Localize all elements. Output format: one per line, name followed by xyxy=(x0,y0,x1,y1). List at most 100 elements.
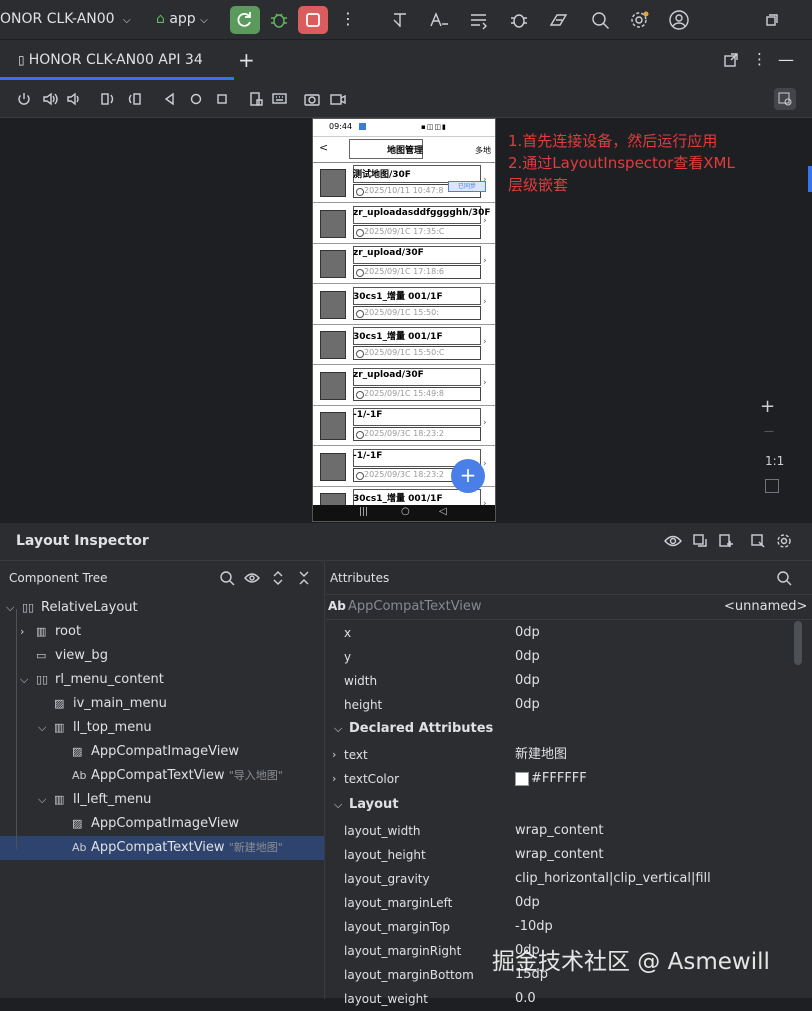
expand-all-button[interactable] xyxy=(271,570,285,586)
zoom-to-fit-icon[interactable] xyxy=(765,479,779,493)
restore-window-button[interactable] xyxy=(764,12,780,28)
live-updates-button[interactable] xyxy=(692,533,708,549)
chevron-down-icon[interactable]: ⌵ xyxy=(38,788,46,812)
map-list-item[interactable]: 30cs1_增量 001/1F 2025/09/1C 15:50:C › xyxy=(313,325,495,365)
debug-button[interactable] xyxy=(268,10,290,30)
account-button[interactable] xyxy=(668,10,690,30)
app-permission-button[interactable] xyxy=(248,91,264,107)
chevron-right-icon[interactable]: › xyxy=(20,620,24,644)
minimize-button[interactable]: — xyxy=(778,50,794,69)
snapshot-button[interactable] xyxy=(718,533,734,549)
open-external-button[interactable] xyxy=(724,53,738,67)
tree-node[interactable]: ▨ AppCompatImageView xyxy=(0,740,324,764)
translate-button[interactable] xyxy=(428,10,450,30)
nav-home-icon[interactable]: ○ xyxy=(401,506,410,517)
zoom-actual-size-button[interactable]: 1:1 xyxy=(765,454,784,468)
attach-debugger-button[interactable] xyxy=(508,10,530,30)
inspector-settings-button[interactable] xyxy=(776,533,792,549)
tree-visibility-button[interactable] xyxy=(244,570,264,586)
tree-node[interactable]: › ▥ root xyxy=(0,620,324,644)
map-list-item[interactable]: zr_upload/30F 2025/09/1C 17:18:6 › xyxy=(313,244,495,284)
attributes-search-button[interactable] xyxy=(776,570,792,586)
rotate-right-button[interactable] xyxy=(126,91,142,107)
record-button[interactable] xyxy=(330,91,346,107)
chevron-down-icon[interactable]: ⌵ xyxy=(20,668,28,692)
rotate-left-button[interactable] xyxy=(100,91,116,107)
select-device-button[interactable] xyxy=(750,533,766,549)
attribute-row[interactable]: layout_gravity clip_horizontal|clip_verti… xyxy=(326,867,796,891)
attribute-row[interactable]: height 0dp xyxy=(326,693,796,717)
tree-node[interactable]: ⌵ ▯▯ RelativeLayout xyxy=(0,596,324,620)
translate-icon xyxy=(430,12,448,27)
map-list-item[interactable]: 30cs1_增量 001/1F 2025/09/1C 15:50: › xyxy=(313,285,495,325)
tree-node[interactable]: ⌵ ▥ ll_left_menu xyxy=(0,788,324,812)
nav-recents-icon[interactable]: ||| xyxy=(359,507,368,517)
power-button[interactable] xyxy=(16,91,32,107)
screenshot-button[interactable] xyxy=(304,91,320,107)
tree-node[interactable]: Ab AppCompatTextView "导入地图" xyxy=(0,764,324,788)
tree-node[interactable]: ⌵ ▥ ll_top_menu xyxy=(0,716,324,740)
attribute-row[interactable]: layout_marginLeft 0dp xyxy=(326,891,796,915)
add-tab-button[interactable]: + xyxy=(238,48,255,72)
more-actions-button[interactable]: ⋮ xyxy=(340,9,356,28)
attribute-row[interactable]: layout_height wrap_content xyxy=(326,843,796,867)
declared-attributes-group[interactable]: ⌵ Declared Attributes xyxy=(326,717,796,741)
keyboard-button[interactable] xyxy=(272,91,288,107)
stop-button[interactable] xyxy=(298,6,328,34)
chevron-down-icon[interactable]: ⌵ xyxy=(6,596,14,620)
fab-add-button[interactable]: + xyxy=(451,459,485,493)
textview-icon: Ab xyxy=(72,769,87,782)
header-right-label[interactable]: 多地 xyxy=(475,145,491,156)
back-button[interactable] xyxy=(162,91,178,107)
chevron-down-icon[interactable]: ⌵ xyxy=(38,716,46,740)
collapse-all-button[interactable] xyxy=(297,570,311,586)
layout-attributes-group[interactable]: ⌵ Layout xyxy=(326,793,796,817)
settings-button[interactable] xyxy=(628,10,650,30)
nav-back-icon[interactable]: ◁ xyxy=(439,506,447,517)
attribute-row[interactable]: › text 新建地图 xyxy=(326,743,796,767)
profiler-button[interactable] xyxy=(390,10,412,30)
textview-type-icon: Ab xyxy=(328,599,346,613)
attribute-row[interactable]: layout_weight 0.0 xyxy=(326,987,796,1011)
chevron-right-icon[interactable]: › xyxy=(332,767,336,791)
logcat-button[interactable] xyxy=(468,10,490,30)
run-config-selector[interactable]: ⌂ app ⌵ xyxy=(156,11,208,27)
view-icon: ▭ xyxy=(36,649,47,662)
tree-node-name: RelativeLayout xyxy=(41,600,138,615)
volume-up-button[interactable] xyxy=(42,91,58,107)
device-manager-button[interactable] xyxy=(548,10,570,30)
attribute-row[interactable]: x 0dp xyxy=(326,621,796,645)
zoom-out-button[interactable]: — xyxy=(764,426,774,437)
attribute-row[interactable]: y 0dp xyxy=(326,645,796,669)
view-options-button[interactable] xyxy=(664,533,682,549)
volume-down-button[interactable] xyxy=(66,91,82,107)
chevron-right-icon[interactable]: › xyxy=(332,743,336,767)
search-button[interactable] xyxy=(590,10,612,30)
canvas-scroll-indicator[interactable] xyxy=(808,166,812,192)
map-list-item[interactable]: zr_uploadasddfgggghh/30F 2025/09/1C 17:35… xyxy=(313,204,495,244)
tree-node[interactable]: Ab AppCompatTextView "新建地图" xyxy=(0,836,324,860)
layout-inspector-panel: Layout Inspector Component Tree ⌵ ▯▯ Relat… xyxy=(0,522,812,1006)
project-selector[interactable]: ONOR CLK-AN00 ⌵ xyxy=(0,11,131,27)
attribute-row[interactable]: › textColor #FFFFFF xyxy=(326,767,796,791)
tree-node[interactable]: ▭ view_bg xyxy=(0,644,324,668)
tab-device[interactable]: ▯ HONOR CLK-AN00 API 34 xyxy=(0,40,234,80)
attribute-row[interactable]: width 0dp xyxy=(326,669,796,693)
map-list-item[interactable]: zr_upload/30F 2025/09/1C 15:49:8 › xyxy=(313,366,495,406)
back-arrow-icon[interactable]: < xyxy=(319,141,328,154)
tree-node[interactable]: ▨ iv_main_menu xyxy=(0,692,324,716)
attribute-value: 0dp xyxy=(515,895,540,910)
tree-node[interactable]: ▨ AppCompatImageView xyxy=(0,812,324,836)
apply-changes-button[interactable] xyxy=(230,6,260,34)
search-icon xyxy=(777,571,792,586)
layout-inspector-toggle[interactable] xyxy=(774,88,796,110)
attribute-row[interactable]: layout_marginTop -10dp xyxy=(326,915,796,939)
overview-button[interactable] xyxy=(214,91,230,107)
tree-node[interactable]: ⌵ ▯▯ rl_menu_content xyxy=(0,668,324,692)
attribute-row[interactable]: layout_width wrap_content xyxy=(326,819,796,843)
tree-search-button[interactable] xyxy=(219,570,235,586)
zoom-in-button[interactable]: + xyxy=(760,396,775,417)
home-button[interactable] xyxy=(188,91,204,107)
tab-more-button[interactable]: ⋮ xyxy=(752,50,767,68)
map-list-item[interactable]: -1/-1F 2025/09/3C 18:23:2 › xyxy=(313,406,495,446)
